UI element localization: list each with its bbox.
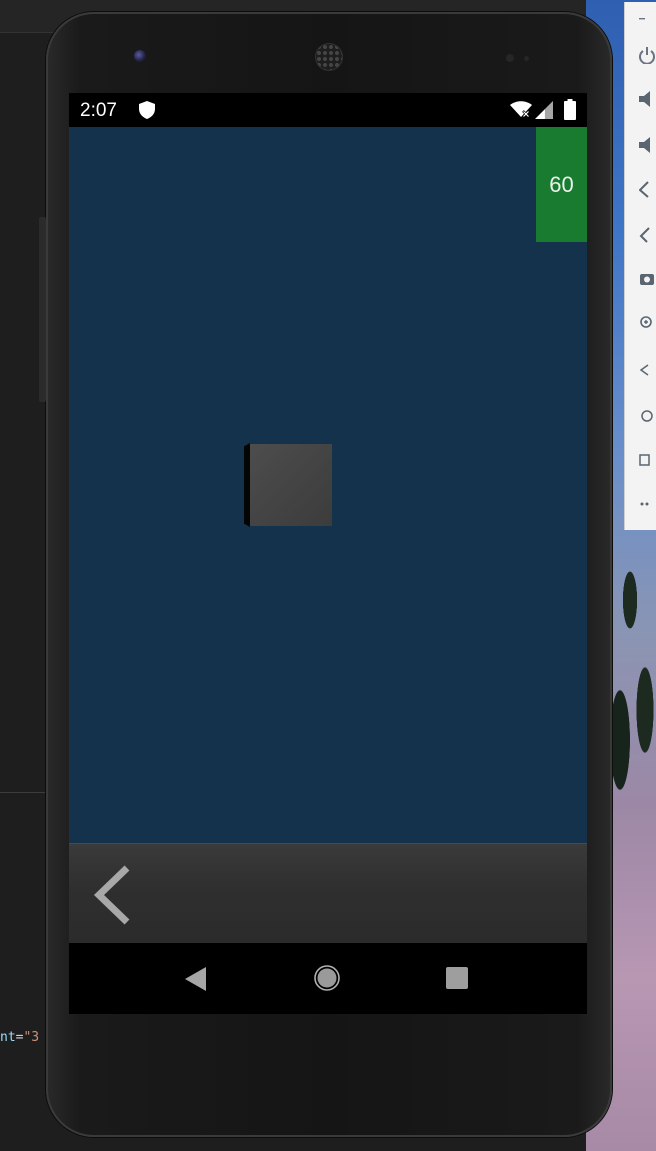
wifi-off-icon bbox=[510, 101, 532, 118]
code-attr: nt bbox=[0, 1030, 16, 1045]
fps-counter: 60 bbox=[536, 127, 587, 242]
minimize-icon[interactable] bbox=[639, 8, 656, 28]
shield-icon bbox=[139, 101, 155, 119]
nav-recents-button[interactable] bbox=[446, 967, 468, 989]
status-time: 2:07 bbox=[80, 100, 117, 121]
home-icon[interactable] bbox=[639, 406, 656, 426]
rotating-cube bbox=[244, 443, 333, 527]
nav-back-button[interactable] bbox=[185, 967, 207, 991]
nav-home-button[interactable] bbox=[314, 965, 340, 991]
volume-down-icon[interactable] bbox=[639, 136, 656, 156]
bottom-app-bar bbox=[69, 843, 587, 944]
power-icon[interactable] bbox=[639, 46, 656, 66]
earpiece-speaker bbox=[316, 44, 342, 70]
cube-front-face bbox=[250, 444, 332, 526]
editor-code-line: nt="3 bbox=[0, 1030, 39, 1045]
battery-icon bbox=[564, 99, 576, 120]
status-bar: 2:07 bbox=[69, 93, 587, 127]
chevron-left-icon[interactable] bbox=[91, 864, 135, 926]
zoom-icon[interactable] bbox=[639, 314, 656, 334]
app-canvas[interactable]: 60 bbox=[69, 127, 587, 843]
volume-up-icon[interactable] bbox=[639, 90, 656, 110]
system-navigation-bar bbox=[69, 943, 587, 1014]
light-sensor bbox=[524, 56, 529, 61]
camera-icon[interactable] bbox=[639, 270, 656, 290]
cell-signal-icon bbox=[535, 101, 553, 119]
front-camera bbox=[134, 50, 146, 62]
overview-icon[interactable] bbox=[639, 450, 656, 470]
emulator-toolbar bbox=[624, 2, 656, 530]
side-button bbox=[39, 217, 46, 402]
proximity-sensor bbox=[506, 54, 514, 62]
more-icon[interactable] bbox=[639, 494, 656, 514]
back-icon[interactable] bbox=[639, 360, 656, 380]
rotate-left-icon[interactable] bbox=[639, 180, 656, 200]
phone-screen: 2:07 60 bbox=[69, 93, 587, 1014]
code-string: "3 bbox=[23, 1030, 40, 1045]
rotate-right-icon[interactable] bbox=[639, 226, 656, 246]
phone-frame: 2:07 60 bbox=[39, 12, 612, 1137]
